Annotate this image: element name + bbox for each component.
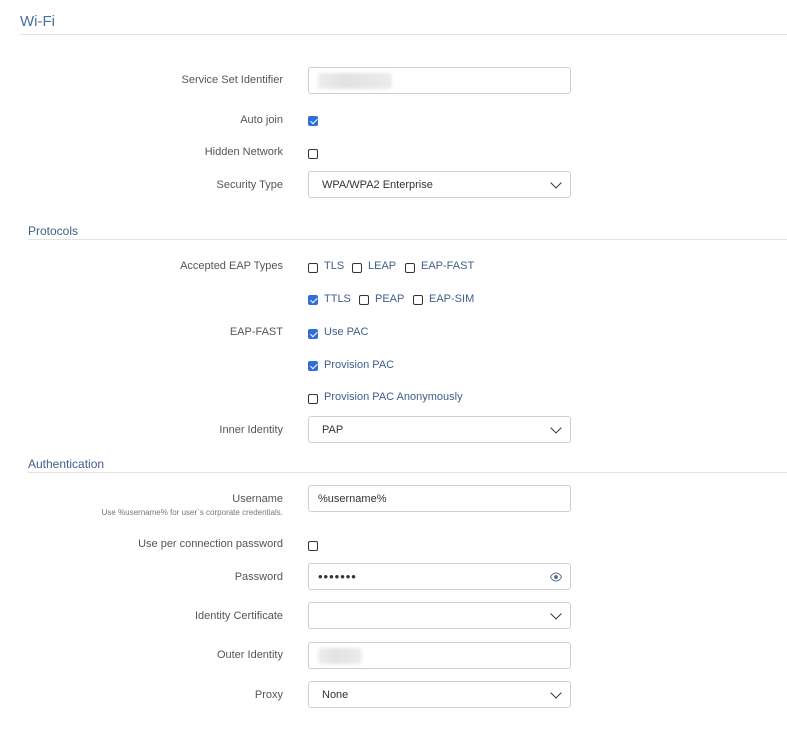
eap-peap-checkbox[interactable] [359,295,369,305]
password-input[interactable]: ••••••• [308,563,571,590]
eap-fast-type-label: EAP-FAST [421,260,475,272]
use-pac-label: Use PAC [324,326,369,338]
per-connection-password-checkbox[interactable] [308,541,318,551]
eap-fast-checkbox[interactable] [405,263,415,273]
eap-types-label: Accepted EAP Types [180,260,283,272]
security-type-label: Security Type [216,179,283,191]
username-input[interactable]: %username% [308,485,571,512]
chevron-down-icon [550,176,562,189]
ssid-redacted-value [318,72,392,89]
auto-join-checkbox[interactable] [308,116,318,126]
use-pac-checkbox[interactable] [308,329,318,339]
hidden-network-label: Hidden Network [204,146,283,158]
outer-identity-label: Outer Identity [216,649,283,661]
eye-icon[interactable] [550,571,562,583]
ssid-label: Service Set Identifier [181,74,284,86]
inner-identity-select[interactable]: PAP [308,416,571,443]
eap-tls-checkbox[interactable] [308,263,318,273]
authentication-section-title: Authentication [28,457,105,471]
outer-identity-input[interactable] [308,642,571,669]
eap-sim-checkbox[interactable] [413,295,423,305]
password-label: Password [234,571,283,583]
eap-ttls-checkbox[interactable] [308,295,318,305]
inner-identity-label: Inner Identity [219,424,283,436]
username-hint: Use %username% for user`s corporate cred… [101,508,283,517]
eap-ttls-label: TTLS [324,293,351,305]
title-divider [20,34,787,35]
page-title: Wi-Fi [20,13,55,30]
eap-tls-label: TLS [324,260,345,272]
eap-leap-label: LEAP [368,260,397,272]
hidden-network-checkbox[interactable] [308,149,318,159]
identity-certificate-label: Identity Certificate [194,610,283,622]
chevron-down-icon [550,607,562,620]
protocols-section-title: Protocols [28,224,79,238]
provision-pac-checkbox[interactable] [308,361,318,371]
auto-join-label: Auto join [240,114,283,126]
ssid-input[interactable] [308,67,571,94]
provision-pac-anonymously-checkbox[interactable] [308,394,318,404]
provision-pac-label: Provision PAC [324,359,395,371]
provision-pac-anonymously-label: Provision PAC Anonymously [324,391,463,403]
chevron-down-icon [550,421,562,434]
outer-identity-redacted-value [318,647,362,664]
identity-certificate-select[interactable] [308,602,571,629]
eap-fast-label: EAP-FAST [229,326,283,338]
protocols-divider [28,239,787,240]
proxy-label: Proxy [254,689,283,701]
eap-sim-label: EAP-SIM [429,293,475,305]
eap-leap-checkbox[interactable] [352,263,362,273]
username-label: Username [232,493,283,505]
security-type-select[interactable]: WPA/WPA2 Enterprise [308,171,571,198]
per-connection-password-label: Use per connection password [138,538,283,550]
authentication-divider [28,472,787,473]
eap-peap-label: PEAP [375,293,405,305]
chevron-down-icon [550,686,562,699]
proxy-select[interactable]: None [308,681,571,708]
